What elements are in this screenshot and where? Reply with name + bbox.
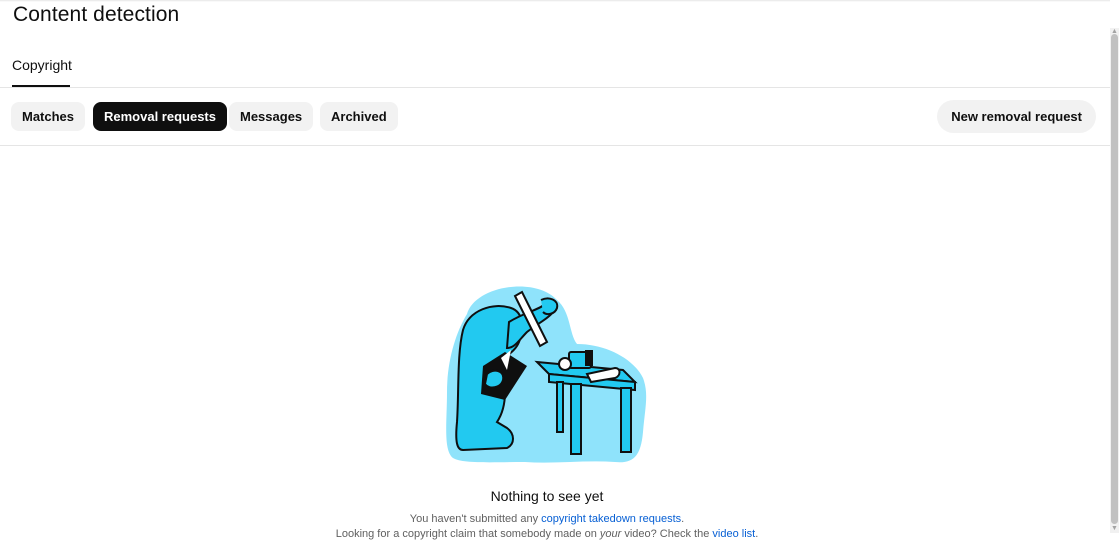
empty-state-title: Nothing to see yet [490,488,604,504]
tab-bar: Copyright [0,50,1110,88]
chip-matches[interactable]: Matches [11,102,86,131]
empty-state-emphasis: your [599,528,622,540]
empty-state-text: . [755,528,759,540]
empty-state-text: . [681,513,685,525]
empty-state-line-2: Looking for a copyright claim that someb… [0,528,1094,540]
scroll-down-icon[interactable]: ▼ [1110,525,1119,533]
filter-chip-bar: Matches Removal requests Messages Archiv… [0,88,1110,146]
page-title: Content detection [13,3,180,26]
vertical-scrollbar[interactable]: ▲ ▼ [1110,28,1119,533]
header-shadow [0,0,1110,2]
empty-state-text: video? Check the [621,528,713,540]
chip-archived[interactable]: Archived [320,102,398,131]
chip-removal-requests[interactable]: Removal requests [93,102,227,131]
empty-state-line-1: You haven't submitted any copyright take… [0,513,1094,525]
copyright-takedown-requests-link[interactable]: copyright takedown requests [541,513,681,525]
empty-state-text: Looking for a copyright claim that someb… [335,528,600,540]
tab-selected-indicator [12,85,70,87]
empty-state-text: You haven't submitted any [409,513,542,525]
new-removal-request-button[interactable]: New removal request [937,100,1096,133]
video-list-link[interactable]: video list [712,528,755,540]
chip-messages[interactable]: Messages [229,102,314,131]
tab-copyright[interactable]: Copyright [12,50,72,88]
content-detection-page: Content detection Copyright Matches Remo… [0,0,1119,542]
empty-state-illustration [446,286,647,463]
scrollbar-thumb[interactable] [1111,34,1118,524]
